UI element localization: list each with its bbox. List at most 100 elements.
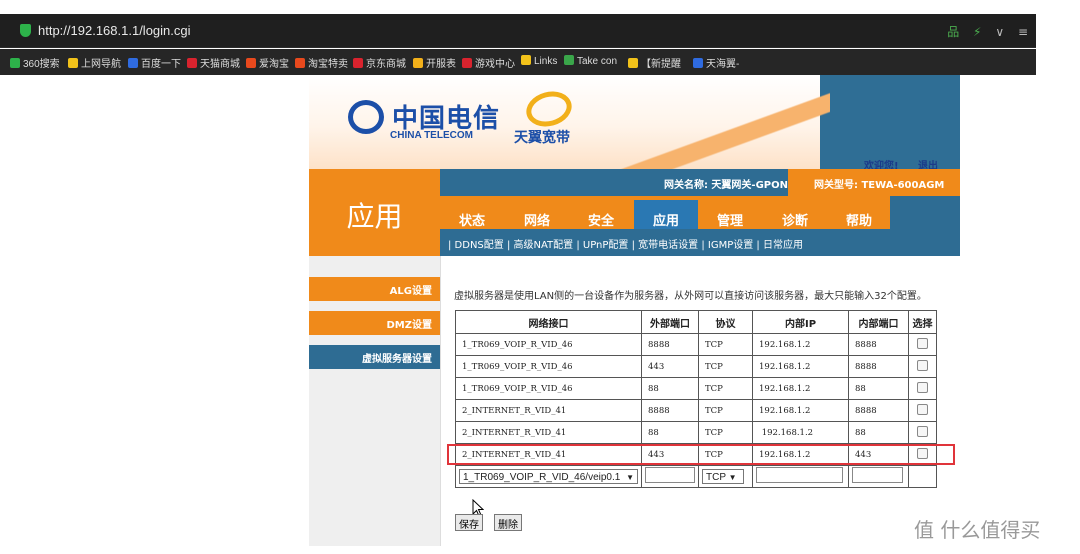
header-blue-accent (820, 75, 960, 169)
cell-select (908, 377, 937, 400)
interface-select[interactable]: 1_TR069_VOIP_R_VID_46/veip0.1 ▼ (459, 469, 638, 484)
cell-protocol: TCP (698, 355, 753, 378)
gateway-name: 网关名称: 天翼网关-GPON (663, 180, 788, 191)
tianyi-brand: 天翼宽带 (514, 130, 570, 146)
cell-int-port: 88 (848, 421, 909, 444)
tab-security[interactable]: 安全 (588, 210, 614, 229)
cell-protocol: TCP (698, 421, 753, 444)
save-button[interactable]: 保存 (455, 514, 483, 531)
cell-select (908, 399, 937, 422)
bookmark-icon (564, 55, 574, 65)
cell-int-port: 8888 (848, 333, 909, 356)
cell-interface: 1_TR069_VOIP_R_VID_46 (455, 355, 642, 378)
bookmark-icon (628, 58, 638, 68)
cell-ext-port-input (641, 465, 699, 488)
table-header-row: 网络接口 外部端口 协议 内部IP 内部端口 选择 (455, 310, 937, 334)
sidebar-item-dmz[interactable]: DMZ设置 (309, 311, 440, 335)
table-row: 2_INTERNET_R_VID_41 8888 TCP 192.168.1.2… (455, 399, 937, 422)
bookmark-icon (187, 58, 197, 68)
cell-protocol-select: TCP ▼ (698, 465, 753, 488)
bookmark-icon (10, 58, 20, 68)
gateway-model: 网关型号: TEWA-600AGM (788, 169, 960, 196)
bookmark-item[interactable]: 京东商城 (353, 55, 406, 70)
header-swoosh (620, 75, 830, 169)
bookmark-item[interactable]: 百度一下 (128, 55, 181, 70)
bookmark-item[interactable]: 天海翼- (693, 55, 739, 70)
table-row: 2_INTERNET_R_VID_41 88 TCP 192.168.1.2 8… (455, 421, 937, 444)
sidebar-item-alg[interactable]: ALG设置 (309, 277, 440, 301)
main-nav-end (890, 196, 960, 229)
menu-icon[interactable]: ≡ (1018, 25, 1028, 39)
col-select: 选择 (908, 310, 937, 334)
bookmark-item[interactable]: 【新提醒 (628, 55, 681, 70)
cell-select (908, 333, 937, 356)
bookmark-icon (413, 58, 423, 68)
ext-port-input[interactable] (645, 467, 695, 483)
int-port-input[interactable] (852, 467, 903, 483)
cell-empty (908, 465, 937, 488)
tab-application[interactable]: 应用 (653, 210, 679, 229)
row-checkbox[interactable] (917, 425, 928, 437)
virtual-server-description: 虚拟服务器是使用LAN侧的一台设备作为服务器，从外网可以直接访问该服务器，最大只… (454, 291, 927, 302)
cell-protocol: TCP (698, 377, 753, 400)
dropdown-arrow-icon: ▼ (728, 473, 737, 482)
sub-nav[interactable]: | DDNS配置 | 高级NAT配置 | UPnP配置 | 宽带电话设置 | I… (448, 236, 803, 251)
url-field[interactable]: http://192.168.1.1/login.cgi (38, 23, 191, 38)
bookmark-item[interactable]: 开服表 (413, 55, 456, 70)
grid-icon[interactable]: 品 (947, 25, 959, 39)
table-row: 1_TR069_VOIP_R_VID_46 8888 TCP 192.168.1… (455, 333, 937, 356)
cell-int-port: 8888 (848, 399, 909, 422)
cell-int-ip: 192.168.1.2 (752, 421, 849, 444)
bookmark-item[interactable]: 上网导航 (68, 55, 121, 70)
bookmark-item[interactable]: 360搜索 (10, 55, 60, 70)
row-checkbox[interactable] (917, 381, 928, 393)
china-telecom-logo-icon (348, 100, 384, 134)
cell-int-ip: 192.168.1.2 (752, 377, 849, 400)
cell-int-port: 8888 (848, 355, 909, 378)
bookmark-item[interactable]: Links (521, 55, 557, 67)
bookmark-item[interactable]: 天猫商城 (187, 55, 240, 70)
cell-ext-port: 8888 (641, 399, 699, 422)
highlight-box (447, 444, 955, 465)
cell-interface: 2_INTERNET_R_VID_41 (455, 399, 642, 422)
cell-ext-port: 88 (641, 377, 699, 400)
cell-ext-port: 8888 (641, 333, 699, 356)
int-ip-input[interactable] (756, 467, 843, 483)
cell-select (908, 421, 937, 444)
table-row: 1_TR069_VOIP_R_VID_46 88 TCP 192.168.1.2… (455, 377, 937, 400)
col-int-ip: 内部IP (752, 310, 849, 334)
cell-interface: 1_TR069_VOIP_R_VID_46 (455, 377, 642, 400)
bookmark-item[interactable]: Take con (564, 55, 617, 67)
bookmark-item[interactable]: 爱淘宝 (246, 55, 289, 70)
protocol-select[interactable]: TCP ▼ (702, 469, 744, 484)
cell-select (908, 355, 937, 378)
new-entry-row: 1_TR069_VOIP_R_VID_46/veip0.1 ▼ TCP ▼ (455, 465, 937, 488)
cell-int-port: 88 (848, 377, 909, 400)
cell-interface-select: 1_TR069_VOIP_R_VID_46/veip0.1 ▼ (455, 465, 642, 488)
cell-protocol: TCP (698, 399, 753, 422)
bookmark-icon (68, 58, 78, 68)
site-watermark: 值 什么值得买 (914, 518, 1041, 542)
tab-status[interactable]: 状态 (459, 210, 485, 229)
address-bar: http://192.168.1.1/login.cgi 品 ⚡ ∨ ≡ (0, 14, 1036, 48)
tab-help[interactable]: 帮助 (846, 210, 872, 229)
col-protocol: 协议 (698, 310, 753, 334)
section-title: 应用 (346, 200, 403, 233)
row-checkbox[interactable] (917, 337, 928, 349)
chevron-down-icon[interactable]: ∨ (995, 25, 1004, 39)
tab-diagnostics[interactable]: 诊断 (782, 210, 808, 229)
bookmark-icon (128, 58, 138, 68)
tab-network[interactable]: 网络 (524, 210, 550, 229)
row-checkbox[interactable] (917, 403, 928, 415)
cell-int-ip: 192.168.1.2 (752, 355, 849, 378)
delete-button[interactable]: 删除 (494, 514, 522, 531)
tab-management[interactable]: 管理 (717, 210, 743, 229)
sidebar-item-virtual-server[interactable]: 虚拟服务器设置 (309, 345, 440, 369)
table-row: 1_TR069_VOIP_R_VID_46 443 TCP 192.168.1.… (455, 355, 937, 378)
lightning-icon[interactable]: ⚡ (973, 25, 981, 39)
col-int-port: 内部端口 (848, 310, 909, 334)
cell-int-ip: 192.168.1.2 (752, 399, 849, 422)
bookmark-item[interactable]: 游戏中心 (462, 55, 515, 70)
bookmark-item[interactable]: 淘宝特卖 (295, 55, 348, 70)
row-checkbox[interactable] (917, 359, 928, 371)
